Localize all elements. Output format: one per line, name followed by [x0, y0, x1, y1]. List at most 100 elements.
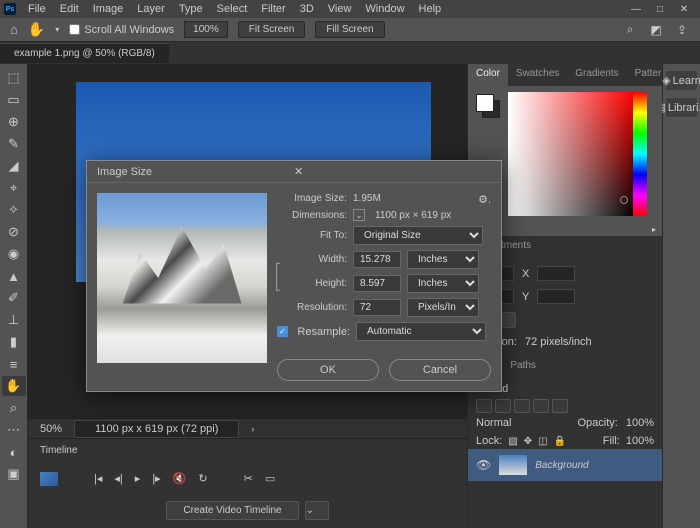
lock-pixels-icon[interactable]: ▨ — [508, 436, 517, 447]
home-icon[interactable]: ⌂ — [10, 22, 18, 37]
tab-paths[interactable]: Paths — [502, 356, 544, 378]
libraries-panel-button[interactable]: ▤Librari... — [665, 97, 698, 118]
menu-file[interactable]: File — [22, 1, 52, 17]
x-field[interactable] — [537, 266, 575, 281]
tool-8[interactable]: ◉ — [2, 244, 26, 264]
tool-6[interactable]: ✧ — [2, 200, 26, 220]
learn-panel-button[interactable]: ◈Learn — [665, 70, 698, 91]
play-icon[interactable]: ▸ — [135, 472, 141, 485]
width-unit-select[interactable]: Inches — [407, 250, 479, 269]
resample-select[interactable]: Automatic — [356, 322, 486, 341]
width-field[interactable] — [353, 251, 401, 268]
go-start-icon[interactable]: |◂ — [94, 472, 102, 485]
hand-tool-icon[interactable]: ✋ — [28, 21, 45, 38]
color-field[interactable] — [508, 92, 634, 216]
fill-screen-button[interactable]: Fill Screen — [315, 21, 384, 38]
tool-7[interactable]: ⊘ — [2, 222, 26, 242]
tool-4[interactable]: ◢ — [2, 156, 26, 176]
create-timeline-button[interactable]: Create Video Timeline — [166, 501, 298, 520]
menu-filter[interactable]: Filter — [255, 1, 291, 17]
filter-adjust-icon[interactable] — [495, 399, 511, 413]
menu-view[interactable]: View — [322, 1, 358, 17]
fit-screen-button[interactable]: Fit Screen — [238, 21, 306, 38]
share-icon[interactable]: ⇪ — [674, 22, 690, 38]
tab-swatches[interactable]: Swatches — [508, 64, 567, 86]
tool-11[interactable]: ⊥ — [2, 310, 26, 330]
blend-mode-select[interactable]: Normal — [476, 417, 511, 429]
gear-icon[interactable]: ⚙. — [478, 193, 491, 206]
tool-10[interactable]: ✐ — [2, 288, 26, 308]
maximize-button[interactable]: □ — [654, 3, 666, 15]
link-icon[interactable]: ⎡⎣ — [275, 263, 281, 291]
prev-frame-icon[interactable]: ◂| — [114, 472, 122, 485]
tool-16[interactable]: ⋯ — [2, 420, 26, 440]
minimize-button[interactable]: ― — [630, 3, 642, 15]
visibility-icon[interactable]: 👁 — [476, 458, 491, 472]
transition-icon[interactable]: ▭ — [265, 472, 275, 485]
filter-shape-icon[interactable] — [533, 399, 549, 413]
menu-image[interactable]: Image — [87, 1, 130, 17]
layer-name[interactable]: Background — [535, 460, 588, 471]
search-icon[interactable]: ⌕ — [622, 22, 638, 38]
next-frame-icon[interactable]: |▸ — [152, 472, 160, 485]
filter-pixel-icon[interactable] — [476, 399, 492, 413]
menu-window[interactable]: Window — [359, 1, 410, 17]
resample-checkbox[interactable]: ✓ — [277, 326, 288, 337]
tool-5[interactable]: ⌖ — [2, 178, 26, 198]
height-field[interactable] — [353, 275, 401, 292]
tab-color[interactable]: Color — [468, 64, 508, 86]
cut-icon[interactable]: ✂ — [244, 472, 253, 485]
fill-value[interactable]: 100% — [626, 435, 654, 447]
loop-icon[interactable]: ↻ — [198, 472, 207, 485]
status-chevron-icon[interactable]: › — [251, 424, 254, 434]
resolution-unit-select[interactable]: Pixels/Inch — [407, 298, 479, 317]
zoom-field[interactable]: 100% — [184, 21, 228, 38]
doc-info[interactable]: 1100 px x 619 px (72 ppi) — [74, 420, 239, 438]
document-tab[interactable]: example 1.png @ 50% (RGB/8) — [0, 43, 169, 63]
mute-icon[interactable]: 🔇 — [173, 472, 187, 485]
tool-1[interactable]: ▭ — [2, 90, 26, 110]
filter-type-icon[interactable] — [514, 399, 530, 413]
menu-select[interactable]: Select — [211, 1, 254, 17]
cancel-button[interactable]: Cancel — [389, 359, 491, 381]
opacity-value[interactable]: 100% — [626, 417, 654, 429]
tool-15[interactable]: ⌕ — [2, 398, 26, 418]
height-unit-select[interactable]: Inches — [407, 274, 479, 293]
fit-to-select[interactable]: Original Size — [353, 226, 483, 245]
lock-artboard-icon[interactable]: ◫ — [538, 436, 547, 447]
tool-2[interactable]: ⊕ — [2, 112, 26, 132]
tool-0[interactable]: ⬚ — [2, 68, 26, 88]
close-button[interactable]: ✕ — [678, 3, 690, 15]
tool-9[interactable]: ▲ — [2, 266, 26, 286]
scroll-all-checkbox[interactable]: Scroll All Windows — [69, 24, 174, 36]
tool-12[interactable]: ▮ — [2, 332, 26, 352]
tool-3[interactable]: ✎ — [2, 134, 26, 154]
filter-smart-icon[interactable] — [552, 399, 568, 413]
menu-edit[interactable]: Edit — [54, 1, 85, 17]
resolution-field[interactable] — [353, 299, 401, 316]
menu-type[interactable]: Type — [173, 1, 209, 17]
lock-position-icon[interactable]: ✥ — [524, 436, 532, 447]
lock-all-icon[interactable]: 🔒 — [554, 436, 566, 447]
tool-17[interactable]: ◐ — [2, 442, 26, 462]
tool-13[interactable]: ≡ — [2, 354, 26, 374]
dialog-close-icon[interactable]: ✕ — [294, 165, 491, 178]
ok-button[interactable]: OK — [277, 359, 379, 381]
workspace-icon[interactable]: ◩ — [648, 22, 664, 38]
layer-row[interactable]: 👁 Background — [468, 449, 662, 481]
dimensions-dropdown-icon[interactable]: ⌄ — [353, 209, 365, 221]
menu-layer[interactable]: Layer — [131, 1, 171, 17]
menu-3d[interactable]: 3D — [294, 1, 320, 17]
dropdown-icon[interactable]: ▾ — [55, 25, 59, 34]
hue-slider[interactable] — [633, 92, 647, 216]
tool-14[interactable]: ✋ — [2, 376, 26, 396]
preview-thumbnail[interactable] — [97, 193, 267, 363]
tab-gradients[interactable]: Gradients — [567, 64, 626, 86]
timeline-dropdown-icon[interactable]: ⌄ — [305, 501, 329, 520]
foreground-swatch[interactable] — [476, 94, 494, 112]
tool-18[interactable]: ▣ — [2, 464, 26, 484]
dialog-titlebar[interactable]: Image Size ✕ — [87, 161, 501, 183]
y-field[interactable] — [537, 289, 575, 304]
layer-thumbnail[interactable] — [499, 455, 527, 475]
menu-help[interactable]: Help — [413, 1, 448, 17]
